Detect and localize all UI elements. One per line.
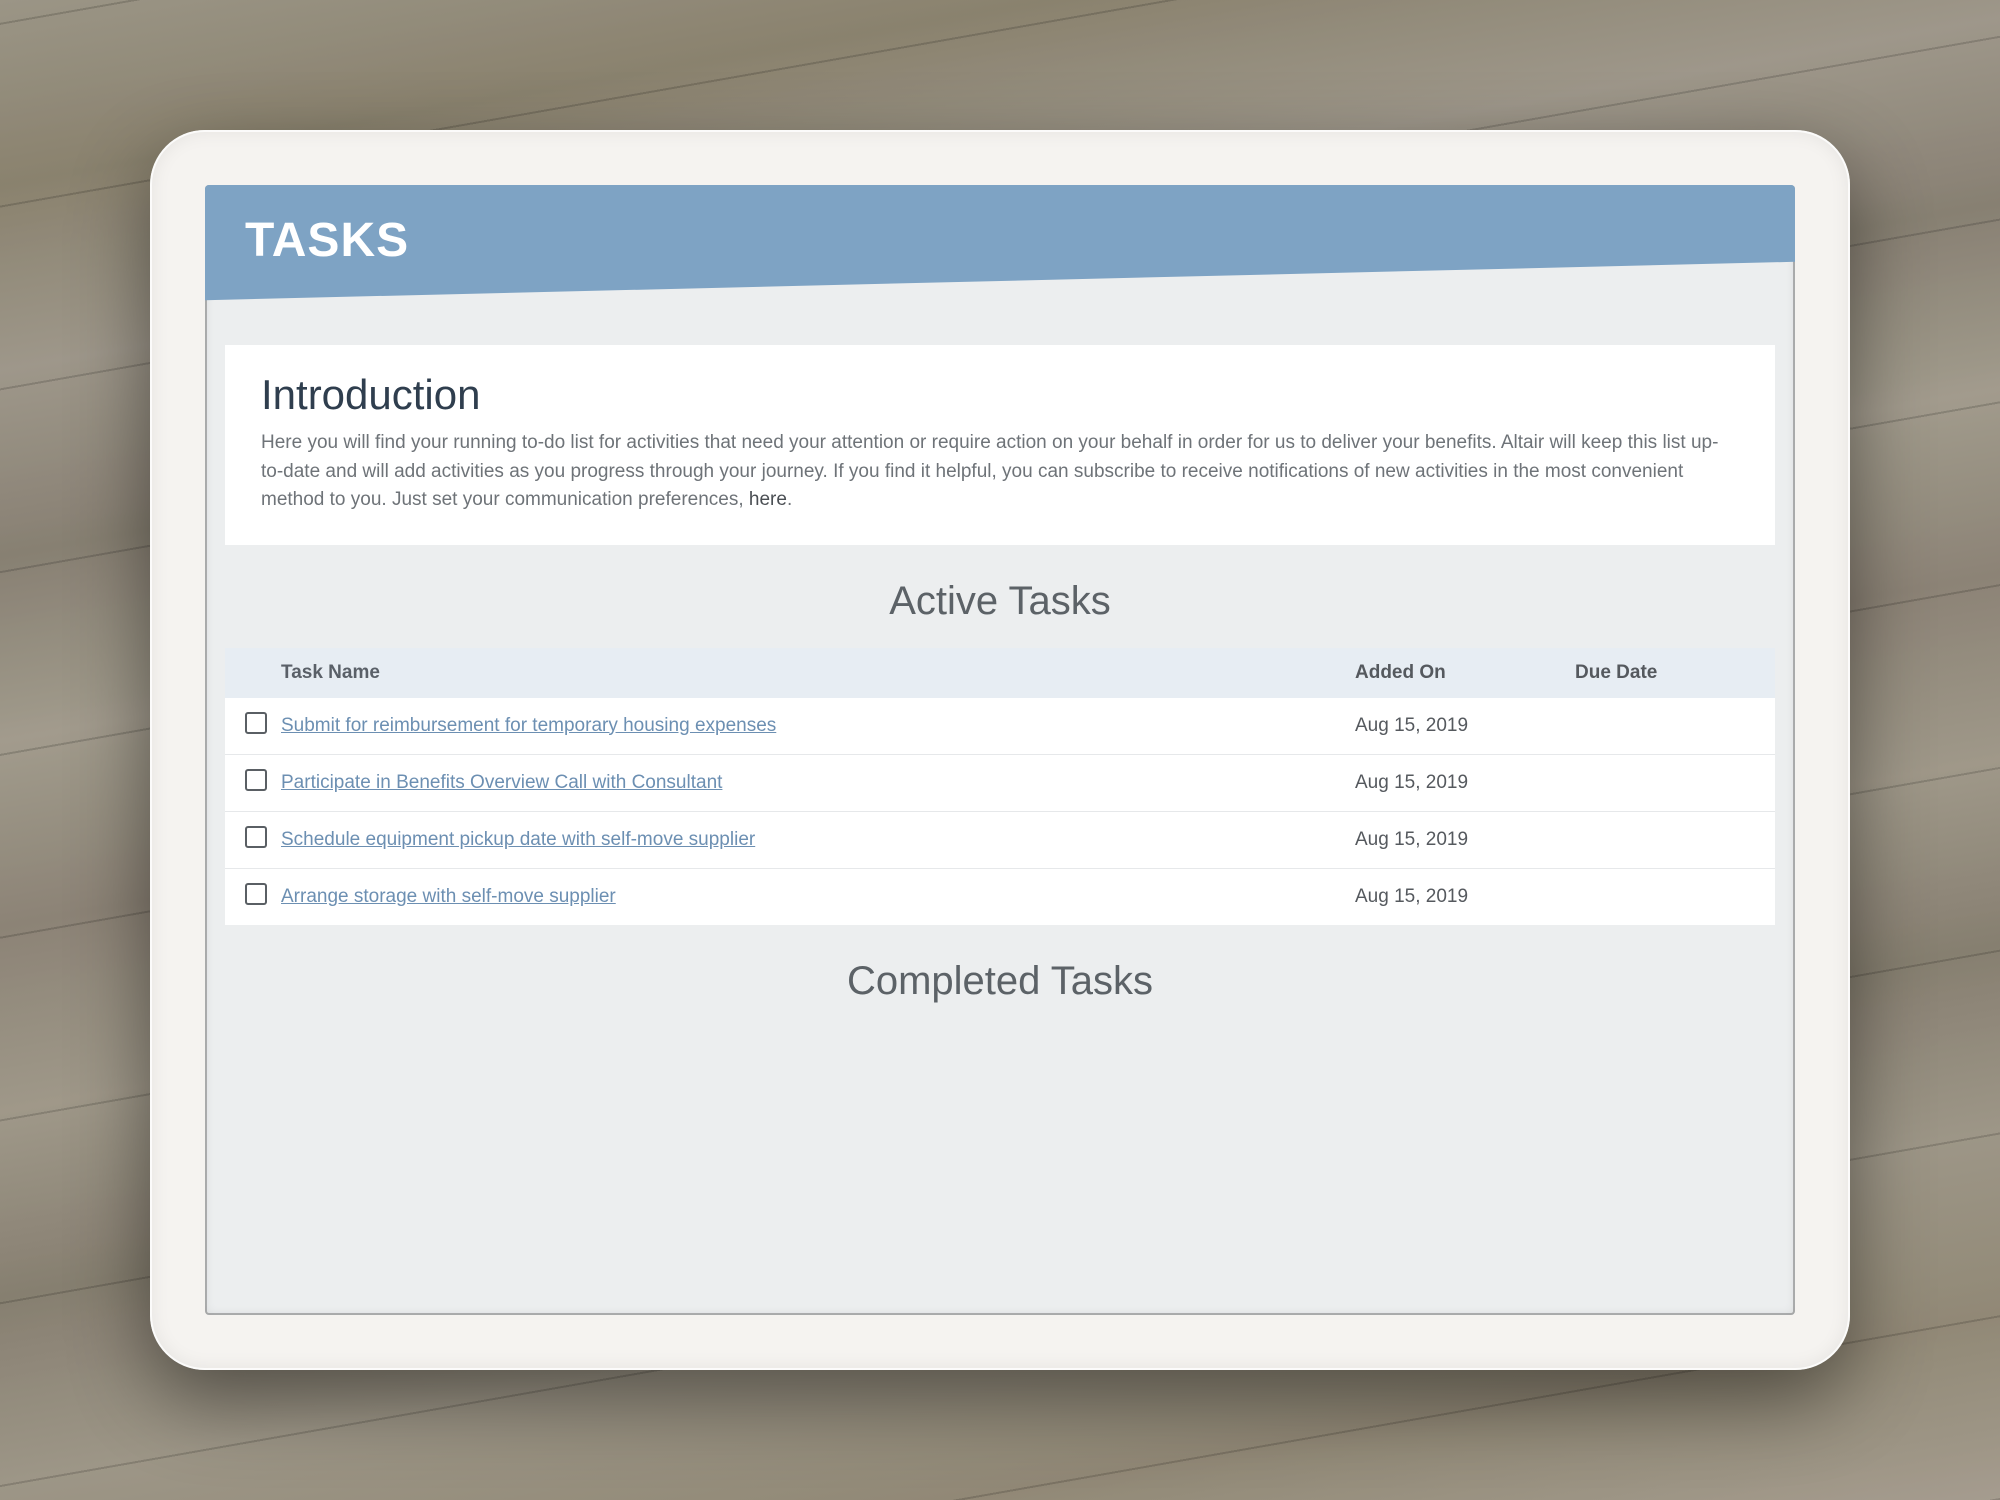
completed-tasks-heading: Completed Tasks: [205, 925, 1795, 1028]
intro-heading: Introduction: [261, 371, 1739, 419]
task-link[interactable]: Participate in Benefits Overview Call wi…: [281, 772, 722, 793]
intro-body-pre: Here you will find your running to-do li…: [261, 432, 1718, 510]
task-checkbox[interactable]: [245, 883, 267, 905]
task-link[interactable]: Submit for reimbursement for temporary h…: [281, 715, 776, 736]
table-row: Participate in Benefits Overview Call wi…: [225, 755, 1775, 812]
active-tasks-table: Task Name Added On Due Date Submit for r…: [225, 648, 1775, 925]
col-header-check: [245, 662, 281, 684]
table-row: Submit for reimbursement for temporary h…: [225, 698, 1775, 755]
task-added-date: Aug 15, 2019: [1355, 829, 1575, 851]
table-header-row: Task Name Added On Due Date: [225, 648, 1775, 698]
task-link[interactable]: Schedule equipment pickup date with self…: [281, 829, 755, 850]
preferences-here-link[interactable]: here: [749, 489, 787, 510]
completed-section: Completed Tasks: [205, 925, 1795, 1048]
col-header-due: Due Date: [1575, 662, 1755, 684]
intro-text: Here you will find your running to-do li…: [261, 429, 1739, 515]
task-checkbox[interactable]: [245, 769, 267, 791]
header-banner: TASKS: [205, 185, 1795, 345]
header-bg: [205, 185, 1795, 345]
task-link[interactable]: Arrange storage with self-move supplier: [281, 886, 616, 907]
page-title: TASKS: [245, 213, 409, 268]
col-header-added: Added On: [1355, 662, 1575, 684]
intro-body-post: .: [787, 489, 792, 510]
table-row: Arrange storage with self-move supplier …: [225, 869, 1775, 925]
task-added-date: Aug 15, 2019: [1355, 715, 1575, 737]
task-checkbox[interactable]: [245, 712, 267, 734]
tablet-frame: TASKS Introduction Here you will find yo…: [150, 130, 1850, 1370]
screen: TASKS Introduction Here you will find yo…: [205, 185, 1795, 1315]
table-row: Schedule equipment pickup date with self…: [225, 812, 1775, 869]
task-added-date: Aug 15, 2019: [1355, 886, 1575, 908]
active-tasks-heading: Active Tasks: [205, 545, 1795, 648]
col-header-name: Task Name: [281, 662, 1355, 684]
task-added-date: Aug 15, 2019: [1355, 772, 1575, 794]
intro-card: Introduction Here you will find your run…: [225, 345, 1775, 545]
task-checkbox[interactable]: [245, 826, 267, 848]
